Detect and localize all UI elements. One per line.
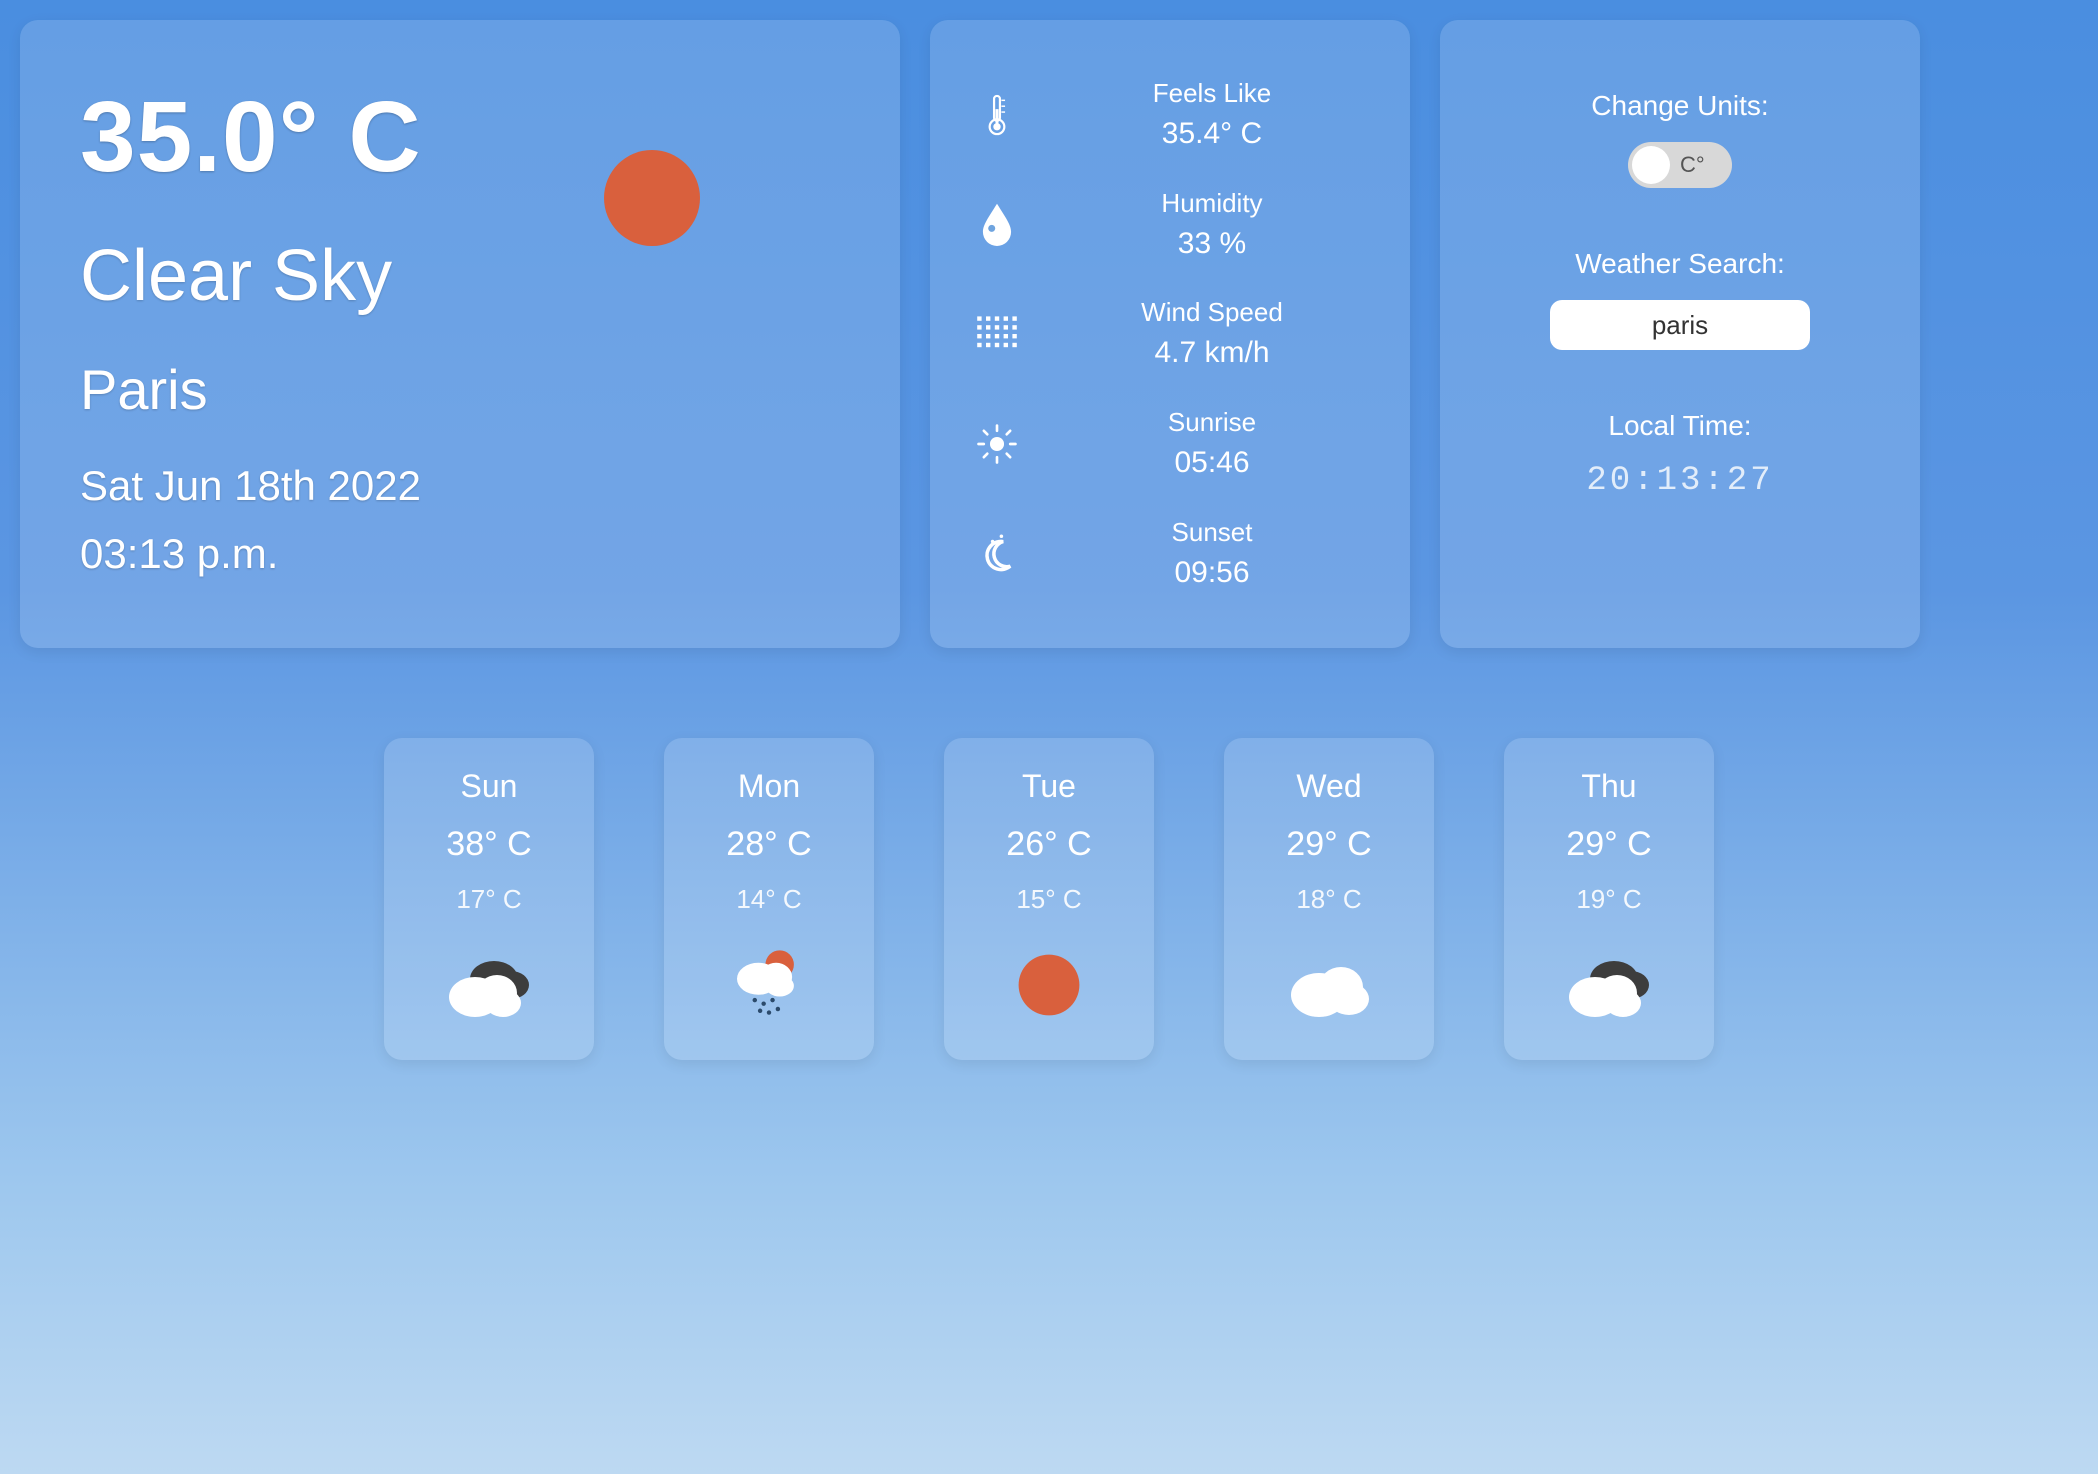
forecast-card: Sun 38° C 17° C	[384, 738, 594, 1060]
cloud-dark-icon	[1559, 945, 1659, 1025]
current-time: 03:13 p.m.	[80, 530, 840, 578]
current-weather-card: 35.0° C Clear Sky Paris Sat Jun 18th 202…	[20, 20, 900, 648]
cloud-dark-icon	[439, 945, 539, 1025]
sun-icon	[999, 945, 1099, 1025]
forecast-card: Wed 29° C 18° C	[1224, 738, 1434, 1060]
sunset-label: Sunset	[1054, 517, 1370, 548]
forecast-card: Thu 29° C 19° C	[1504, 738, 1714, 1060]
sunrise-row: Sunrise 05:46	[970, 407, 1370, 480]
forecast-low: 19° C	[1576, 884, 1641, 915]
units-toggle[interactable]: C°	[1628, 142, 1732, 188]
wind-label: Wind Speed	[1054, 297, 1370, 328]
humidity-value: 33 %	[1054, 227, 1370, 261]
forecast-day: Mon	[738, 768, 800, 805]
humidity-label: Humidity	[1054, 188, 1370, 219]
units-label: Change Units:	[1591, 90, 1768, 122]
forecast-card: Mon 28° C 14° C	[664, 738, 874, 1060]
sunrise-value: 05:46	[1054, 446, 1370, 480]
cloud-icon	[1279, 945, 1379, 1025]
weather-details-card: Feels Like 35.4° C Humidity 33 % Wind Sp…	[930, 20, 1410, 648]
forecast-high: 28° C	[726, 825, 811, 864]
forecast-row: Sun 38° C 17° C Mon 28° C 14° C Tue 26° …	[20, 738, 2078, 1060]
thermometer-icon	[970, 93, 1024, 137]
feels-like-label: Feels Like	[1054, 78, 1370, 109]
local-time-value: 20:13:27	[1586, 462, 1773, 500]
forecast-high: 26° C	[1006, 825, 1091, 864]
units-toggle-text: C°	[1680, 152, 1705, 178]
sunset-icon	[970, 531, 1024, 575]
current-date: Sat Jun 18th 2022	[80, 462, 840, 510]
wind-icon	[970, 312, 1024, 356]
forecast-day: Sun	[461, 768, 518, 805]
forecast-low: 14° C	[736, 884, 801, 915]
sunset-row: Sunset 09:56	[970, 517, 1370, 590]
forecast-day: Tue	[1022, 768, 1076, 805]
forecast-low: 17° C	[456, 884, 521, 915]
search-input[interactable]	[1550, 300, 1810, 350]
forecast-high: 38° C	[446, 825, 531, 864]
sunrise-icon	[970, 422, 1024, 466]
search-label: Weather Search:	[1575, 248, 1785, 280]
wind-row: Wind Speed 4.7 km/h	[970, 297, 1370, 370]
wind-value: 4.7 km/h	[1054, 336, 1370, 370]
forecast-high: 29° C	[1286, 825, 1371, 864]
sunrise-label: Sunrise	[1054, 407, 1370, 438]
current-condition: Clear Sky	[80, 235, 840, 317]
rain-sun-icon	[719, 945, 819, 1025]
humidity-row: Humidity 33 %	[970, 188, 1370, 261]
droplet-icon	[970, 202, 1024, 246]
forecast-card: Tue 26° C 15° C	[944, 738, 1154, 1060]
forecast-day: Wed	[1296, 768, 1361, 805]
sunset-value: 09:56	[1054, 556, 1370, 590]
toggle-knob	[1632, 146, 1670, 184]
current-city: Paris	[80, 357, 840, 422]
local-time-label: Local Time:	[1608, 410, 1751, 442]
forecast-low: 18° C	[1296, 884, 1361, 915]
controls-card: Change Units: C° Weather Search: Local T…	[1440, 20, 1920, 648]
forecast-high: 29° C	[1566, 825, 1651, 864]
forecast-low: 15° C	[1016, 884, 1081, 915]
feels-like-value: 35.4° C	[1054, 117, 1370, 151]
current-temperature: 35.0° C	[80, 80, 840, 195]
forecast-day: Thu	[1581, 768, 1636, 805]
feels-like-row: Feels Like 35.4° C	[970, 78, 1370, 151]
sun-icon	[604, 150, 700, 246]
